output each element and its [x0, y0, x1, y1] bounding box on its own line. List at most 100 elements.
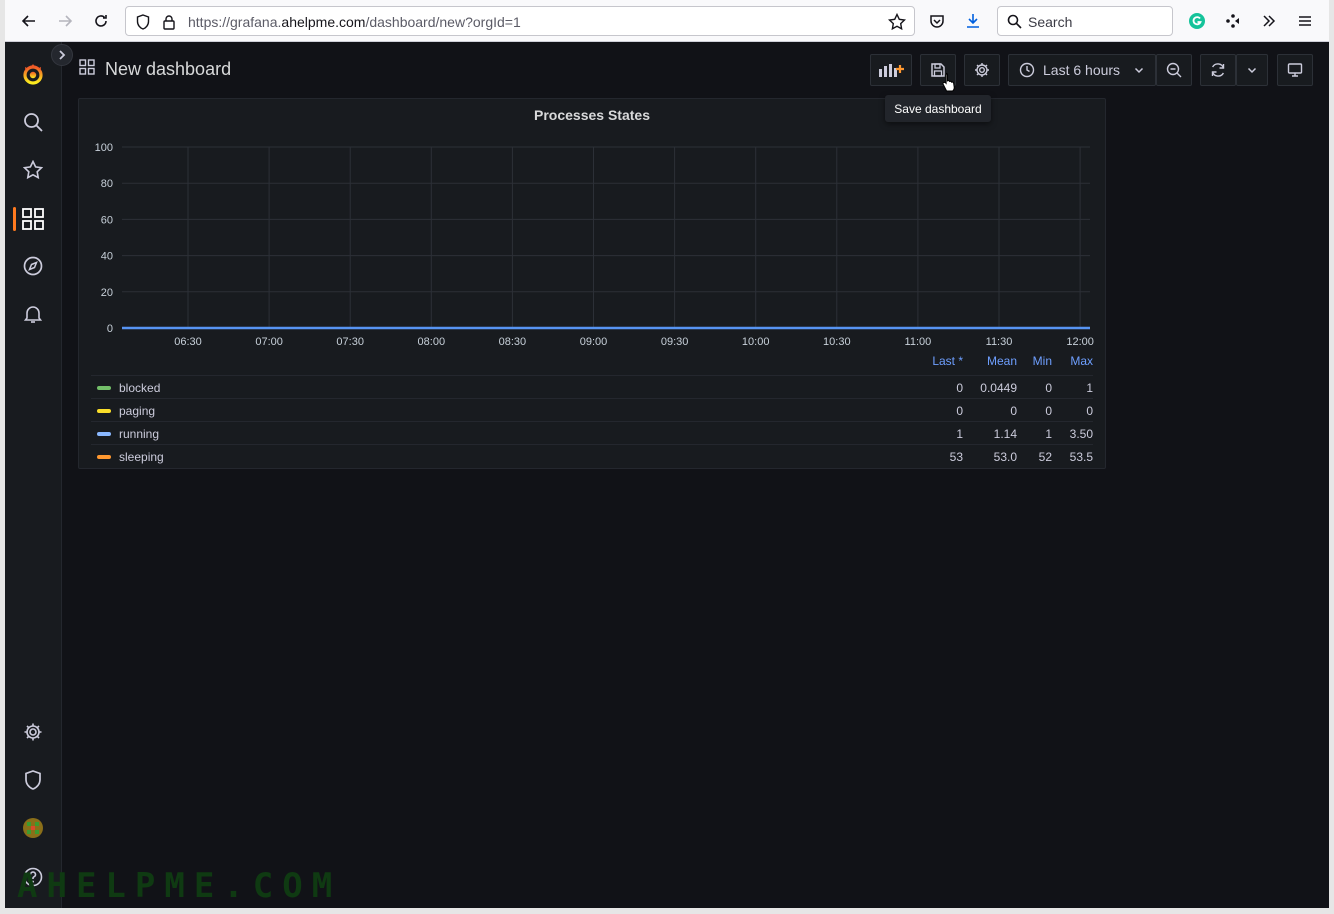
legend-swatch[interactable] [97, 455, 111, 459]
explore-compass-icon[interactable] [21, 254, 45, 278]
legend-row-paging[interactable]: paging 0 0 0 0 [91, 398, 1093, 421]
clock-icon [1019, 62, 1035, 78]
legend-value-last: 53 [949, 450, 963, 464]
legend-value-mean: 53.0 [993, 450, 1017, 464]
zoom-out-button[interactable] [1156, 54, 1192, 86]
shield-icon[interactable] [136, 14, 150, 35]
browser-toolbar: https://grafana.ahelpme.com/dashboard/ne… [5, 0, 1329, 42]
y-tick-label: 40 [101, 251, 113, 263]
forward-icon[interactable] [53, 9, 77, 33]
add-panel-button[interactable] [870, 54, 912, 86]
y-tick-label: 80 [101, 178, 113, 190]
save-dashboard-tooltip: Save dashboard [885, 95, 991, 122]
x-tick-label: 10:00 [742, 336, 770, 348]
grafana-sidebar [5, 42, 62, 908]
legend-value-last: 1 [956, 427, 963, 441]
refresh-interval-dropdown[interactable] [1236, 54, 1268, 86]
legend-series-name[interactable]: sleeping [119, 450, 164, 464]
screen: https://grafana.ahelpme.com/dashboard/ne… [5, 0, 1329, 908]
legend-row-blocked[interactable]: blocked 0 0.0449 0 1 [91, 375, 1093, 398]
chevron-down-icon [1247, 67, 1257, 74]
alerting-bell-icon[interactable] [21, 302, 45, 326]
search-icon[interactable] [21, 110, 45, 134]
legend-value-mean: 0 [1010, 404, 1017, 418]
download-icon[interactable] [961, 9, 985, 33]
legend-swatch[interactable] [97, 432, 111, 436]
dashboards-icon[interactable] [21, 207, 45, 231]
legend-header-mean[interactable]: Mean [957, 354, 1017, 368]
y-tick-label: 20 [101, 287, 113, 299]
legend-value-min: 1 [1045, 427, 1052, 441]
url-bar[interactable]: https://grafana.ahelpme.com/dashboard/ne… [125, 6, 915, 36]
legend-row-sleeping[interactable]: sleeping 53 53.0 52 53.5 [91, 444, 1093, 467]
expand-menu-button[interactable] [51, 44, 73, 66]
browser-search-input[interactable]: Search [997, 6, 1173, 36]
back-icon[interactable] [17, 9, 41, 33]
watermark: AHELPME.COM [17, 866, 342, 906]
legend-value-last: 0 [956, 404, 963, 418]
legend-value-max: 3.50 [1069, 427, 1093, 441]
legend-swatch[interactable] [97, 386, 111, 390]
y-tick-label: 60 [101, 214, 113, 226]
monitor-icon [1287, 63, 1303, 77]
starred-icon[interactable] [21, 158, 45, 182]
user-avatar[interactable] [21, 816, 45, 840]
legend-value-max: 0 [1086, 404, 1093, 418]
legend-swatch[interactable] [97, 409, 111, 413]
x-tick-label: 12:00 [1066, 336, 1094, 348]
legend-header-min[interactable]: Min [1012, 354, 1052, 368]
x-tick-label: 07:00 [255, 336, 283, 348]
legend-series-name[interactable]: paging [119, 404, 155, 418]
legend-table: Last * Mean Min Max blocked 0 0.0449 0 1 pagi… [91, 352, 1093, 467]
legend-value-min: 52 [1038, 450, 1052, 464]
legend-header-last[interactable]: Last * [913, 354, 963, 368]
legend-value-min: 0 [1045, 381, 1052, 395]
legend-header: Last * Mean Min Max [91, 352, 1093, 375]
time-range-picker[interactable]: Last 6 hours [1008, 54, 1156, 86]
chevron-down-icon [1135, 67, 1144, 74]
pocket-icon[interactable] [925, 9, 949, 33]
time-range-label: Last 6 hours [1043, 62, 1121, 78]
x-tick-label: 11:00 [905, 336, 932, 348]
overflow-chevrons-icon[interactable] [1257, 9, 1281, 33]
lock-icon[interactable] [163, 14, 175, 35]
search-placeholder: Search [1028, 14, 1073, 30]
bookmark-star-icon[interactable] [887, 12, 907, 36]
chevron-right-icon [59, 50, 66, 60]
x-tick-label: 09:00 [580, 336, 608, 348]
legend-row-running[interactable]: running 1 1.14 1 3.50 [91, 421, 1093, 444]
x-tick-label: 07:30 [336, 336, 364, 348]
grafana-logo-icon[interactable] [21, 62, 45, 86]
legend-value-last: 0 [956, 381, 963, 395]
legend-value-mean: 1.14 [993, 427, 1017, 441]
search-icon [1007, 14, 1022, 34]
mouse-cursor-icon [941, 72, 957, 97]
x-tick-label: 08:00 [418, 336, 446, 348]
x-tick-label: 06:30 [174, 336, 202, 348]
legend-header-max[interactable]: Max [1053, 354, 1093, 368]
legend-series-name[interactable]: running [119, 427, 159, 441]
configuration-gear-icon[interactable] [21, 720, 45, 744]
legend-value-mean: 0.0449 [980, 381, 1017, 395]
legend-rows: blocked 0 0.0449 0 1 paging 0 0 0 0 running 1 1.14 1 3… [91, 375, 1093, 467]
hamburger-menu-icon[interactable] [1293, 9, 1317, 33]
reload-icon[interactable] [89, 9, 113, 33]
x-tick-label: 09:30 [661, 336, 689, 348]
dashboard-grid-icon [79, 58, 95, 80]
legend-value-min: 0 [1045, 404, 1052, 418]
active-indicator [13, 207, 16, 231]
x-tick-label: 11:30 [986, 336, 1013, 348]
legend-value-max: 53.5 [1069, 450, 1093, 464]
gear-icon [975, 63, 989, 77]
server-admin-shield-icon[interactable] [21, 768, 45, 792]
legend-series-name[interactable]: blocked [119, 381, 160, 395]
refresh-button[interactable] [1200, 54, 1236, 86]
dashboard-settings-button[interactable] [964, 54, 1000, 86]
grammarly-icon[interactable] [1185, 9, 1209, 33]
x-tick-label: 08:30 [499, 336, 527, 348]
page-title[interactable]: New dashboard [105, 59, 231, 80]
graph-panel[interactable]: Processes States 0 20 40 60 80 100 06:30 07:00 0… [78, 98, 1106, 469]
legend-value-max: 1 [1086, 381, 1093, 395]
extension-icon[interactable] [1221, 9, 1245, 33]
tv-mode-button[interactable] [1277, 54, 1313, 86]
